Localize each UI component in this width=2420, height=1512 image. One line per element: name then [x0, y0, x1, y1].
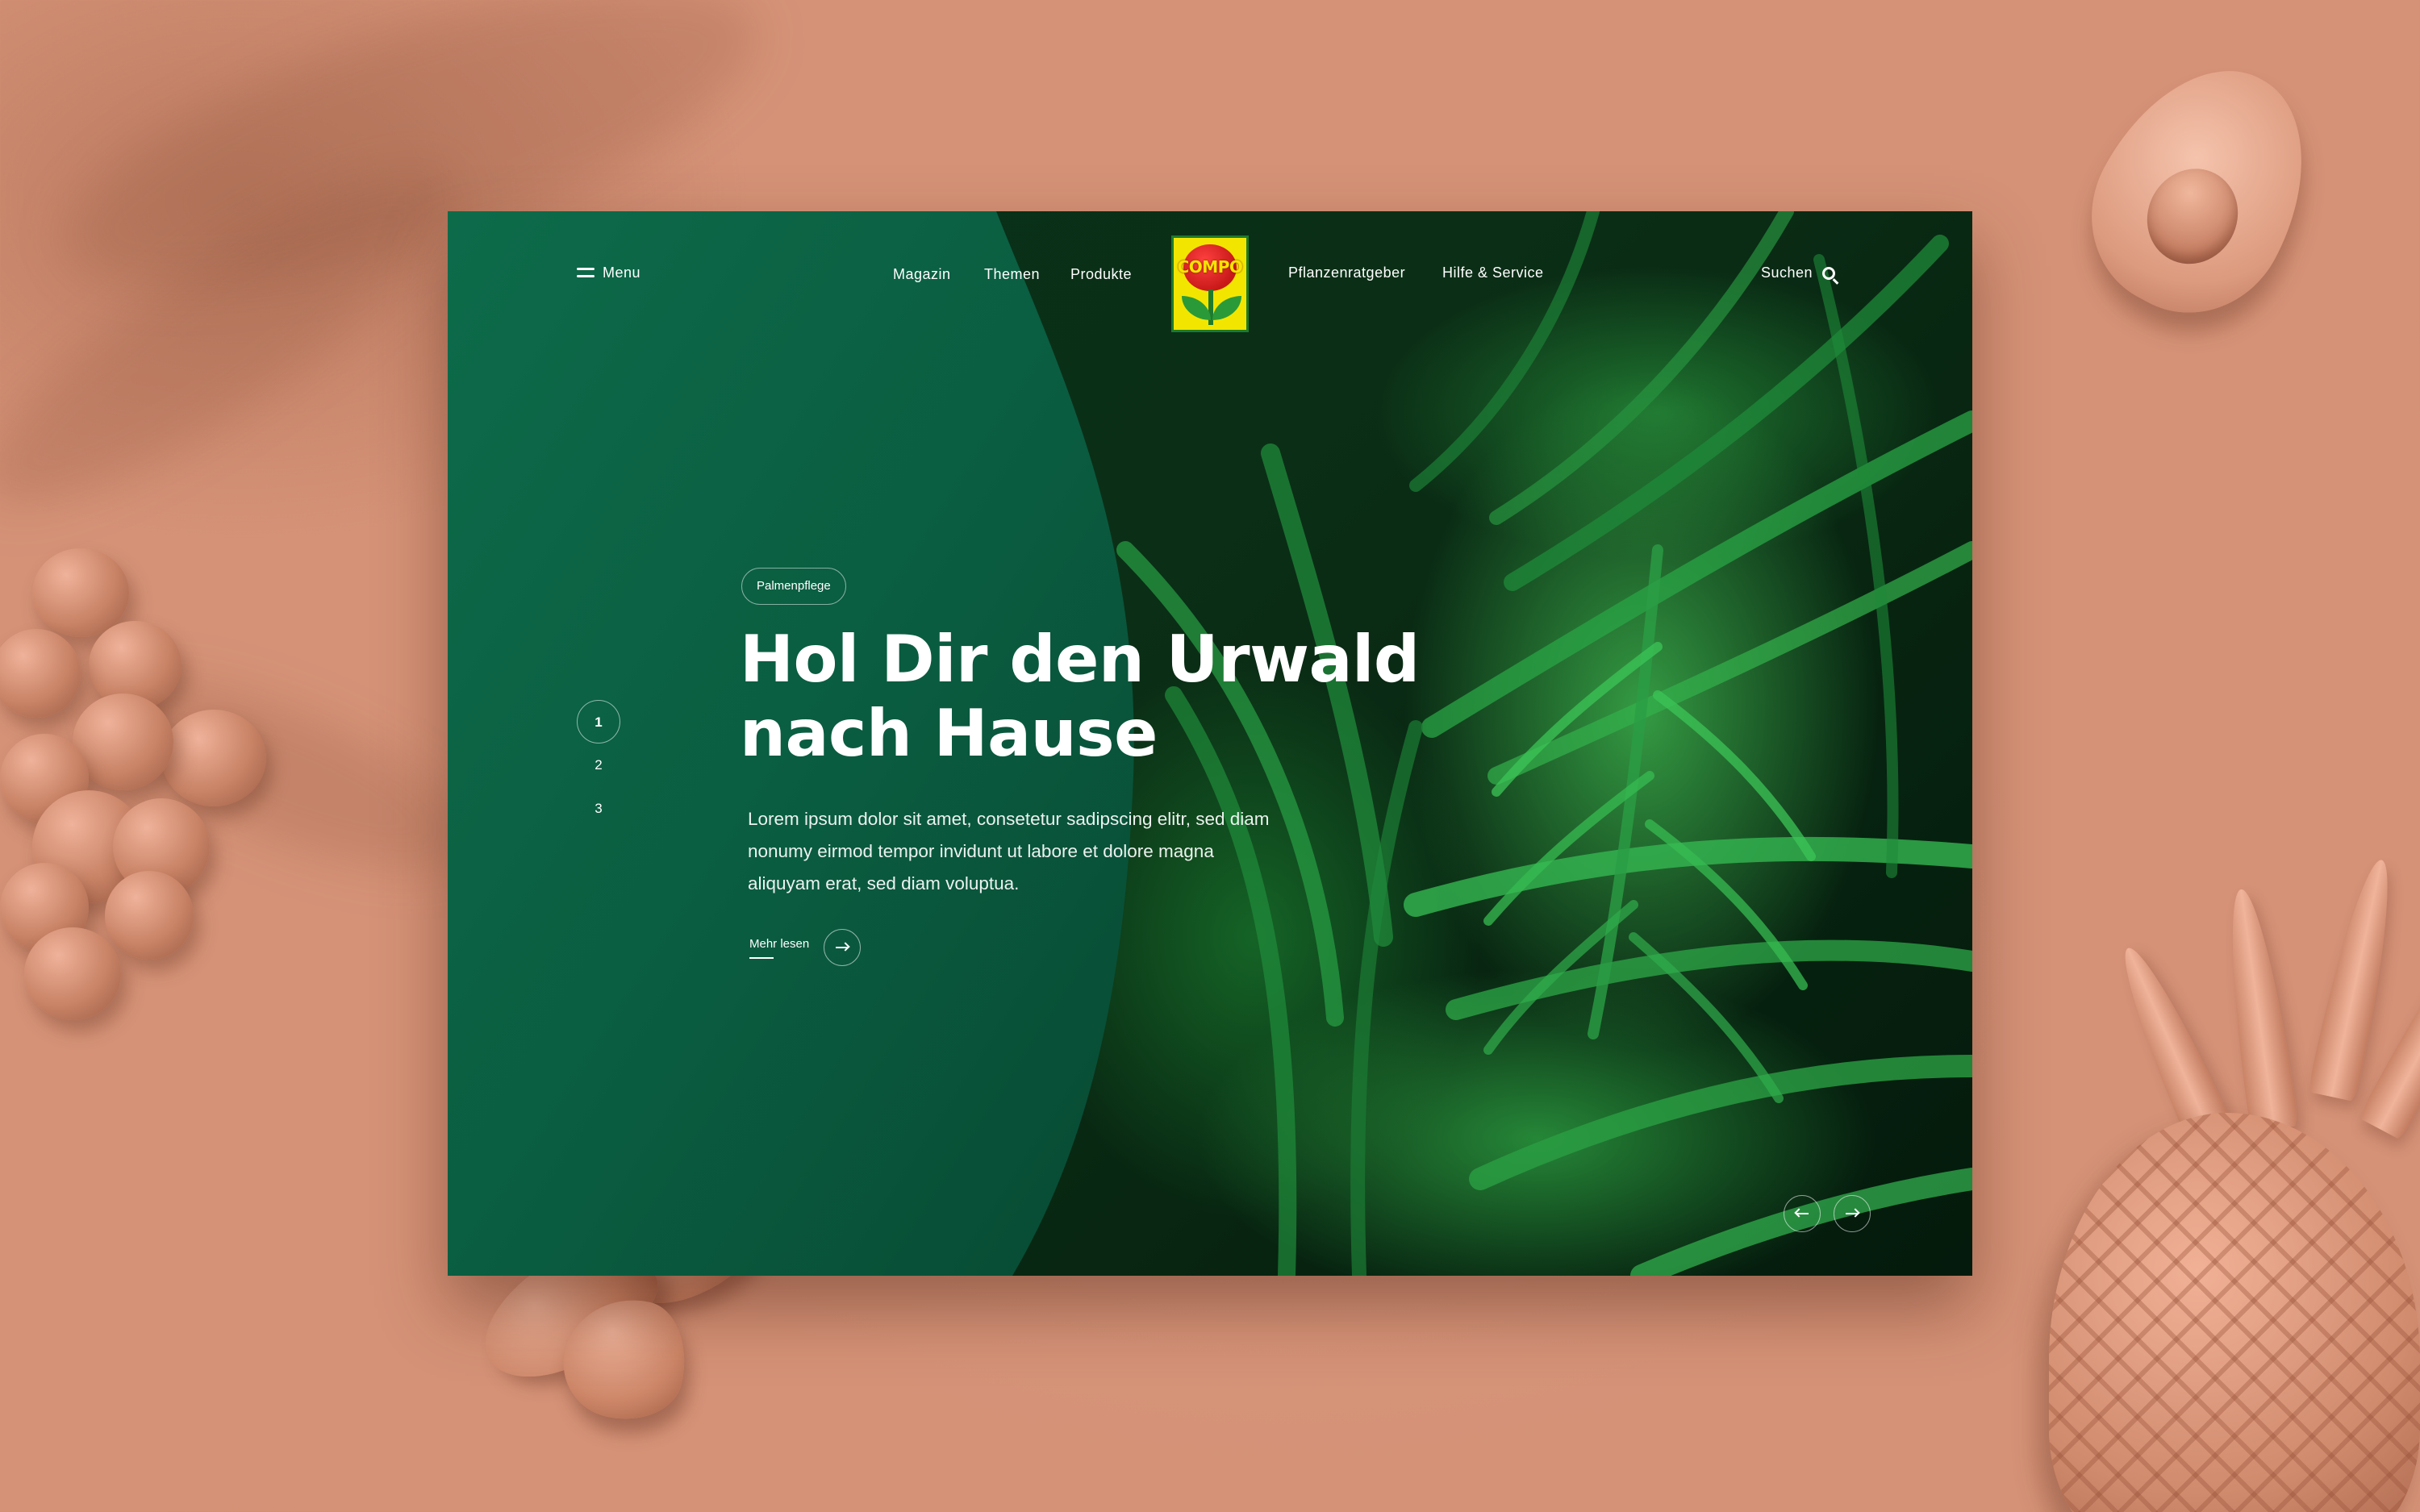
website-screen: Menu Magazin Themen Produkte COMPO Pflan…: [448, 211, 1972, 1276]
pager-item-2[interactable]: 2: [577, 744, 620, 787]
logo-text: COMPO: [1177, 257, 1243, 277]
pager-item-3[interactable]: 3: [577, 787, 620, 831]
arrow-right-icon: [836, 947, 849, 948]
compo-logo[interactable]: COMPO: [1171, 235, 1249, 332]
slide-pager: 1 2 3: [577, 700, 620, 831]
read-more-button[interactable]: [824, 929, 862, 966]
hero-body-text: Lorem ipsum dolor sit amet, consetetur s…: [748, 809, 1270, 893]
category-tag[interactable]: Palmenpflege: [741, 568, 846, 605]
nav-link-hilfe-service[interactable]: Hilfe & Service: [1442, 264, 1544, 281]
slider-navigation: [1784, 1195, 1871, 1232]
hero-headline: Hol Dir den Urwald nach Hause: [740, 623, 1466, 771]
logo-leaf: [1182, 296, 1211, 320]
arrow-right-icon: [1846, 1213, 1859, 1214]
menu-button[interactable]: Menu: [577, 264, 640, 281]
arrow-left-icon: [1796, 1213, 1809, 1214]
read-more-link[interactable]: Mehr lesen: [749, 929, 862, 966]
search-label: Suchen: [1761, 264, 1813, 281]
read-more-label: Mehr lesen: [749, 937, 809, 959]
next-slide-button[interactable]: [1834, 1195, 1871, 1232]
menu-label: Menu: [603, 264, 641, 281]
nav-link-produkte[interactable]: Produkte: [1070, 266, 1132, 283]
headline-line-2: nach Hause: [740, 696, 1158, 771]
grapes-decoration: [0, 532, 290, 1032]
search-button[interactable]: Suchen: [1761, 264, 1836, 281]
nav-link-pflanzenratgeber[interactable]: Pflanzenratgeber: [1288, 264, 1405, 281]
headline-line-1: Hol Dir den Urwald: [740, 622, 1420, 697]
search-icon: [1822, 266, 1836, 280]
pager-item-1[interactable]: 1: [577, 700, 620, 744]
nav-link-magazin[interactable]: Magazin: [893, 266, 951, 283]
avocado-decoration: [2058, 33, 2347, 346]
previous-slide-button[interactable]: [1784, 1195, 1821, 1232]
logo-leaf: [1212, 296, 1241, 320]
nav-link-themen[interactable]: Themen: [984, 266, 1040, 283]
menu-icon: [577, 267, 595, 279]
